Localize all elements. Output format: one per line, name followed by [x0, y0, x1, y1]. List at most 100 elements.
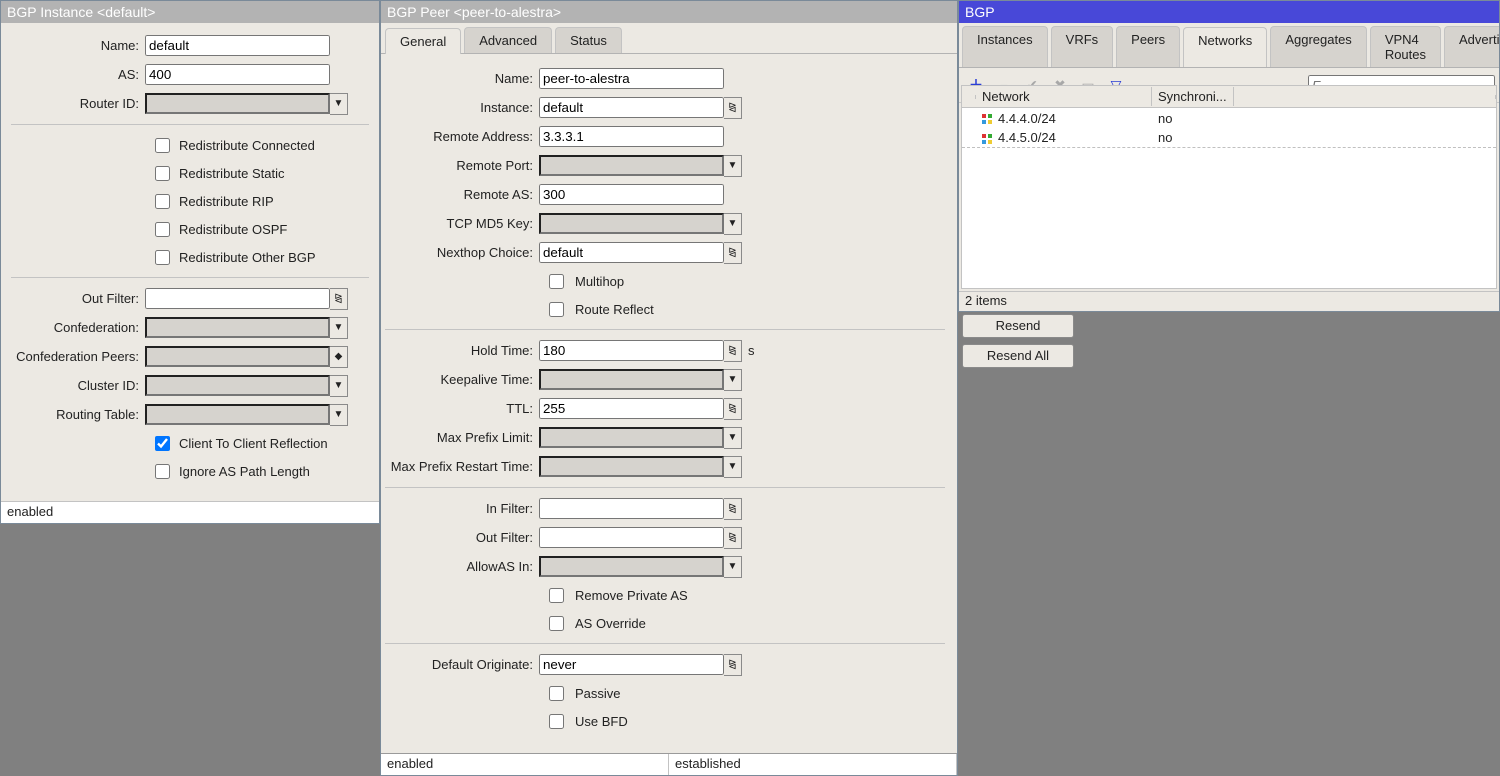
- max-prefix-input[interactable]: [539, 427, 724, 448]
- label-remote-as: Remote AS:: [385, 187, 539, 202]
- column-network[interactable]: Network: [976, 87, 1152, 106]
- max-prefix-rt-dropdown[interactable]: ▼: [724, 456, 742, 478]
- allowas-input[interactable]: [539, 556, 724, 577]
- as-override-checkbox[interactable]: AS Override: [545, 609, 945, 637]
- redistribute-rip-checkbox[interactable]: Redistribute RIP: [151, 187, 369, 215]
- label-as: AS:: [11, 67, 145, 82]
- in-filter-dropdown[interactable]: ⧎: [724, 498, 742, 520]
- ttl-input[interactable]: [539, 398, 724, 419]
- nexthop-input[interactable]: [539, 242, 724, 263]
- peer-name-input[interactable]: [539, 68, 724, 89]
- confederation-input[interactable]: [145, 317, 330, 338]
- redistribute-static-checkbox[interactable]: Redistribute Static: [151, 159, 369, 187]
- as-input[interactable]: [145, 64, 330, 85]
- label-name: Name:: [385, 71, 539, 86]
- ttl-toggle[interactable]: ⧎: [724, 398, 742, 420]
- label-default-originate: Default Originate:: [385, 657, 539, 672]
- out-filter-dropdown[interactable]: ⧎: [330, 288, 348, 310]
- resend-all-button[interactable]: Resend All: [962, 344, 1074, 368]
- confederation-dropdown[interactable]: ▼: [330, 317, 348, 339]
- nexthop-dropdown[interactable]: ⧎: [724, 242, 742, 264]
- label-remote-address: Remote Address:: [385, 129, 539, 144]
- keepalive-dropdown[interactable]: ▼: [724, 369, 742, 391]
- client-to-client-reflection-checkbox[interactable]: Client To Client Reflection: [151, 429, 369, 457]
- ignore-as-path-length-checkbox[interactable]: Ignore AS Path Length: [151, 457, 369, 485]
- confederation-peers-input[interactable]: [145, 346, 330, 367]
- label-hold-time: Hold Time:: [385, 343, 539, 358]
- redistribute-ospf-checkbox[interactable]: Redistribute OSPF: [151, 215, 369, 243]
- remote-as-input[interactable]: [539, 184, 724, 205]
- tab-vrfs[interactable]: VRFs: [1051, 26, 1114, 67]
- routing-table-input[interactable]: [145, 404, 330, 425]
- tab-peers[interactable]: Peers: [1116, 26, 1180, 67]
- tcp-md5-input[interactable]: [539, 213, 724, 234]
- label-router-id: Router ID:: [11, 96, 145, 111]
- cluster-id-dropdown[interactable]: ▼: [330, 375, 348, 397]
- label-instance: Instance:: [385, 100, 539, 115]
- tab-vpn4-routes[interactable]: VPN4 Routes: [1370, 26, 1441, 67]
- label-max-prefix-limit: Max Prefix Limit:: [385, 430, 539, 445]
- window-title: BGP Peer <peer-to-alestra>: [381, 1, 957, 23]
- table-row[interactable]: 4.4.4.0/24 no: [962, 108, 1496, 128]
- label-confederation: Confederation:: [11, 320, 145, 335]
- remote-port-input[interactable]: [539, 155, 724, 176]
- tab-networks[interactable]: Networks: [1183, 27, 1267, 68]
- peer-out-filter-dropdown[interactable]: ⧎: [724, 527, 742, 549]
- router-id-input[interactable]: [145, 93, 330, 114]
- tab-aggregates[interactable]: Aggregates: [1270, 26, 1367, 67]
- passive-checkbox[interactable]: Passive: [545, 679, 945, 707]
- name-input[interactable]: [145, 35, 330, 56]
- remove-private-as-checkbox[interactable]: Remove Private AS: [545, 581, 945, 609]
- label-confederation-peers: Confederation Peers:: [11, 349, 145, 364]
- tab-advertisements[interactable]: Advertisements: [1444, 26, 1499, 67]
- window-title: BGP Instance <default>: [1, 1, 379, 23]
- peer-out-filter-input[interactable]: [539, 527, 724, 548]
- max-prefix-rt-input[interactable]: [539, 456, 724, 477]
- table-row[interactable]: 4.4.5.0/24 no: [962, 128, 1496, 148]
- confederation-peers-stepper[interactable]: ◆: [330, 346, 348, 368]
- default-originate-dropdown[interactable]: ⧎: [724, 654, 742, 676]
- column-synchronize[interactable]: Synchroni...: [1152, 87, 1234, 106]
- router-id-dropdown[interactable]: ▼: [330, 93, 348, 115]
- window-title: BGP: [959, 1, 1499, 23]
- label-name: Name:: [11, 38, 145, 53]
- remote-address-input[interactable]: [539, 126, 724, 147]
- label-out-filter: Out Filter:: [11, 291, 145, 306]
- redistribute-connected-checkbox[interactable]: Redistribute Connected: [151, 131, 369, 159]
- unit-seconds: s: [748, 343, 755, 358]
- network-icon: [982, 114, 992, 124]
- cluster-id-input[interactable]: [145, 375, 330, 396]
- multihop-checkbox[interactable]: Multihop: [545, 267, 945, 295]
- bgp-instance-window: BGP Instance <default> Name: AS: Router …: [0, 0, 380, 524]
- label-keepalive-time: Keepalive Time:: [385, 372, 539, 387]
- routing-table-dropdown[interactable]: ▼: [330, 404, 348, 426]
- hold-time-toggle[interactable]: ⧎: [724, 340, 742, 362]
- in-filter-input[interactable]: [539, 498, 724, 519]
- label-in-filter: In Filter:: [385, 501, 539, 516]
- out-filter-input[interactable]: [145, 288, 330, 309]
- route-reflect-checkbox[interactable]: Route Reflect: [545, 295, 945, 323]
- networks-table: Network Synchroni... 4.4.4.0/24 no 4.4.5…: [961, 85, 1497, 289]
- tcp-md5-dropdown[interactable]: ▼: [724, 213, 742, 235]
- hold-time-input[interactable]: [539, 340, 724, 361]
- tab-general[interactable]: General: [385, 28, 461, 54]
- resend-button[interactable]: Resend: [962, 314, 1074, 338]
- label-tcp-md5-key: TCP MD5 Key:: [385, 216, 539, 231]
- label-ttl: TTL:: [385, 401, 539, 416]
- max-prefix-dropdown[interactable]: ▼: [724, 427, 742, 449]
- bgp-window: BGP Instances VRFs Peers Networks Aggreg…: [958, 0, 1500, 312]
- keepalive-input[interactable]: [539, 369, 724, 390]
- remote-port-dropdown[interactable]: ▼: [724, 155, 742, 177]
- tab-status[interactable]: Status: [555, 27, 622, 53]
- label-max-prefix-restart-time: Max Prefix Restart Time:: [385, 459, 539, 474]
- tab-instances[interactable]: Instances: [962, 26, 1048, 67]
- network-icon: [982, 134, 992, 144]
- tab-advanced[interactable]: Advanced: [464, 27, 552, 53]
- peer-instance-dropdown[interactable]: ⧎: [724, 97, 742, 119]
- use-bfd-checkbox[interactable]: Use BFD: [545, 707, 945, 735]
- allowas-dropdown[interactable]: ▼: [724, 556, 742, 578]
- peer-instance-input[interactable]: [539, 97, 724, 118]
- label-routing-table: Routing Table:: [11, 407, 145, 422]
- default-originate-input[interactable]: [539, 654, 724, 675]
- redistribute-other-bgp-checkbox[interactable]: Redistribute Other BGP: [151, 243, 369, 271]
